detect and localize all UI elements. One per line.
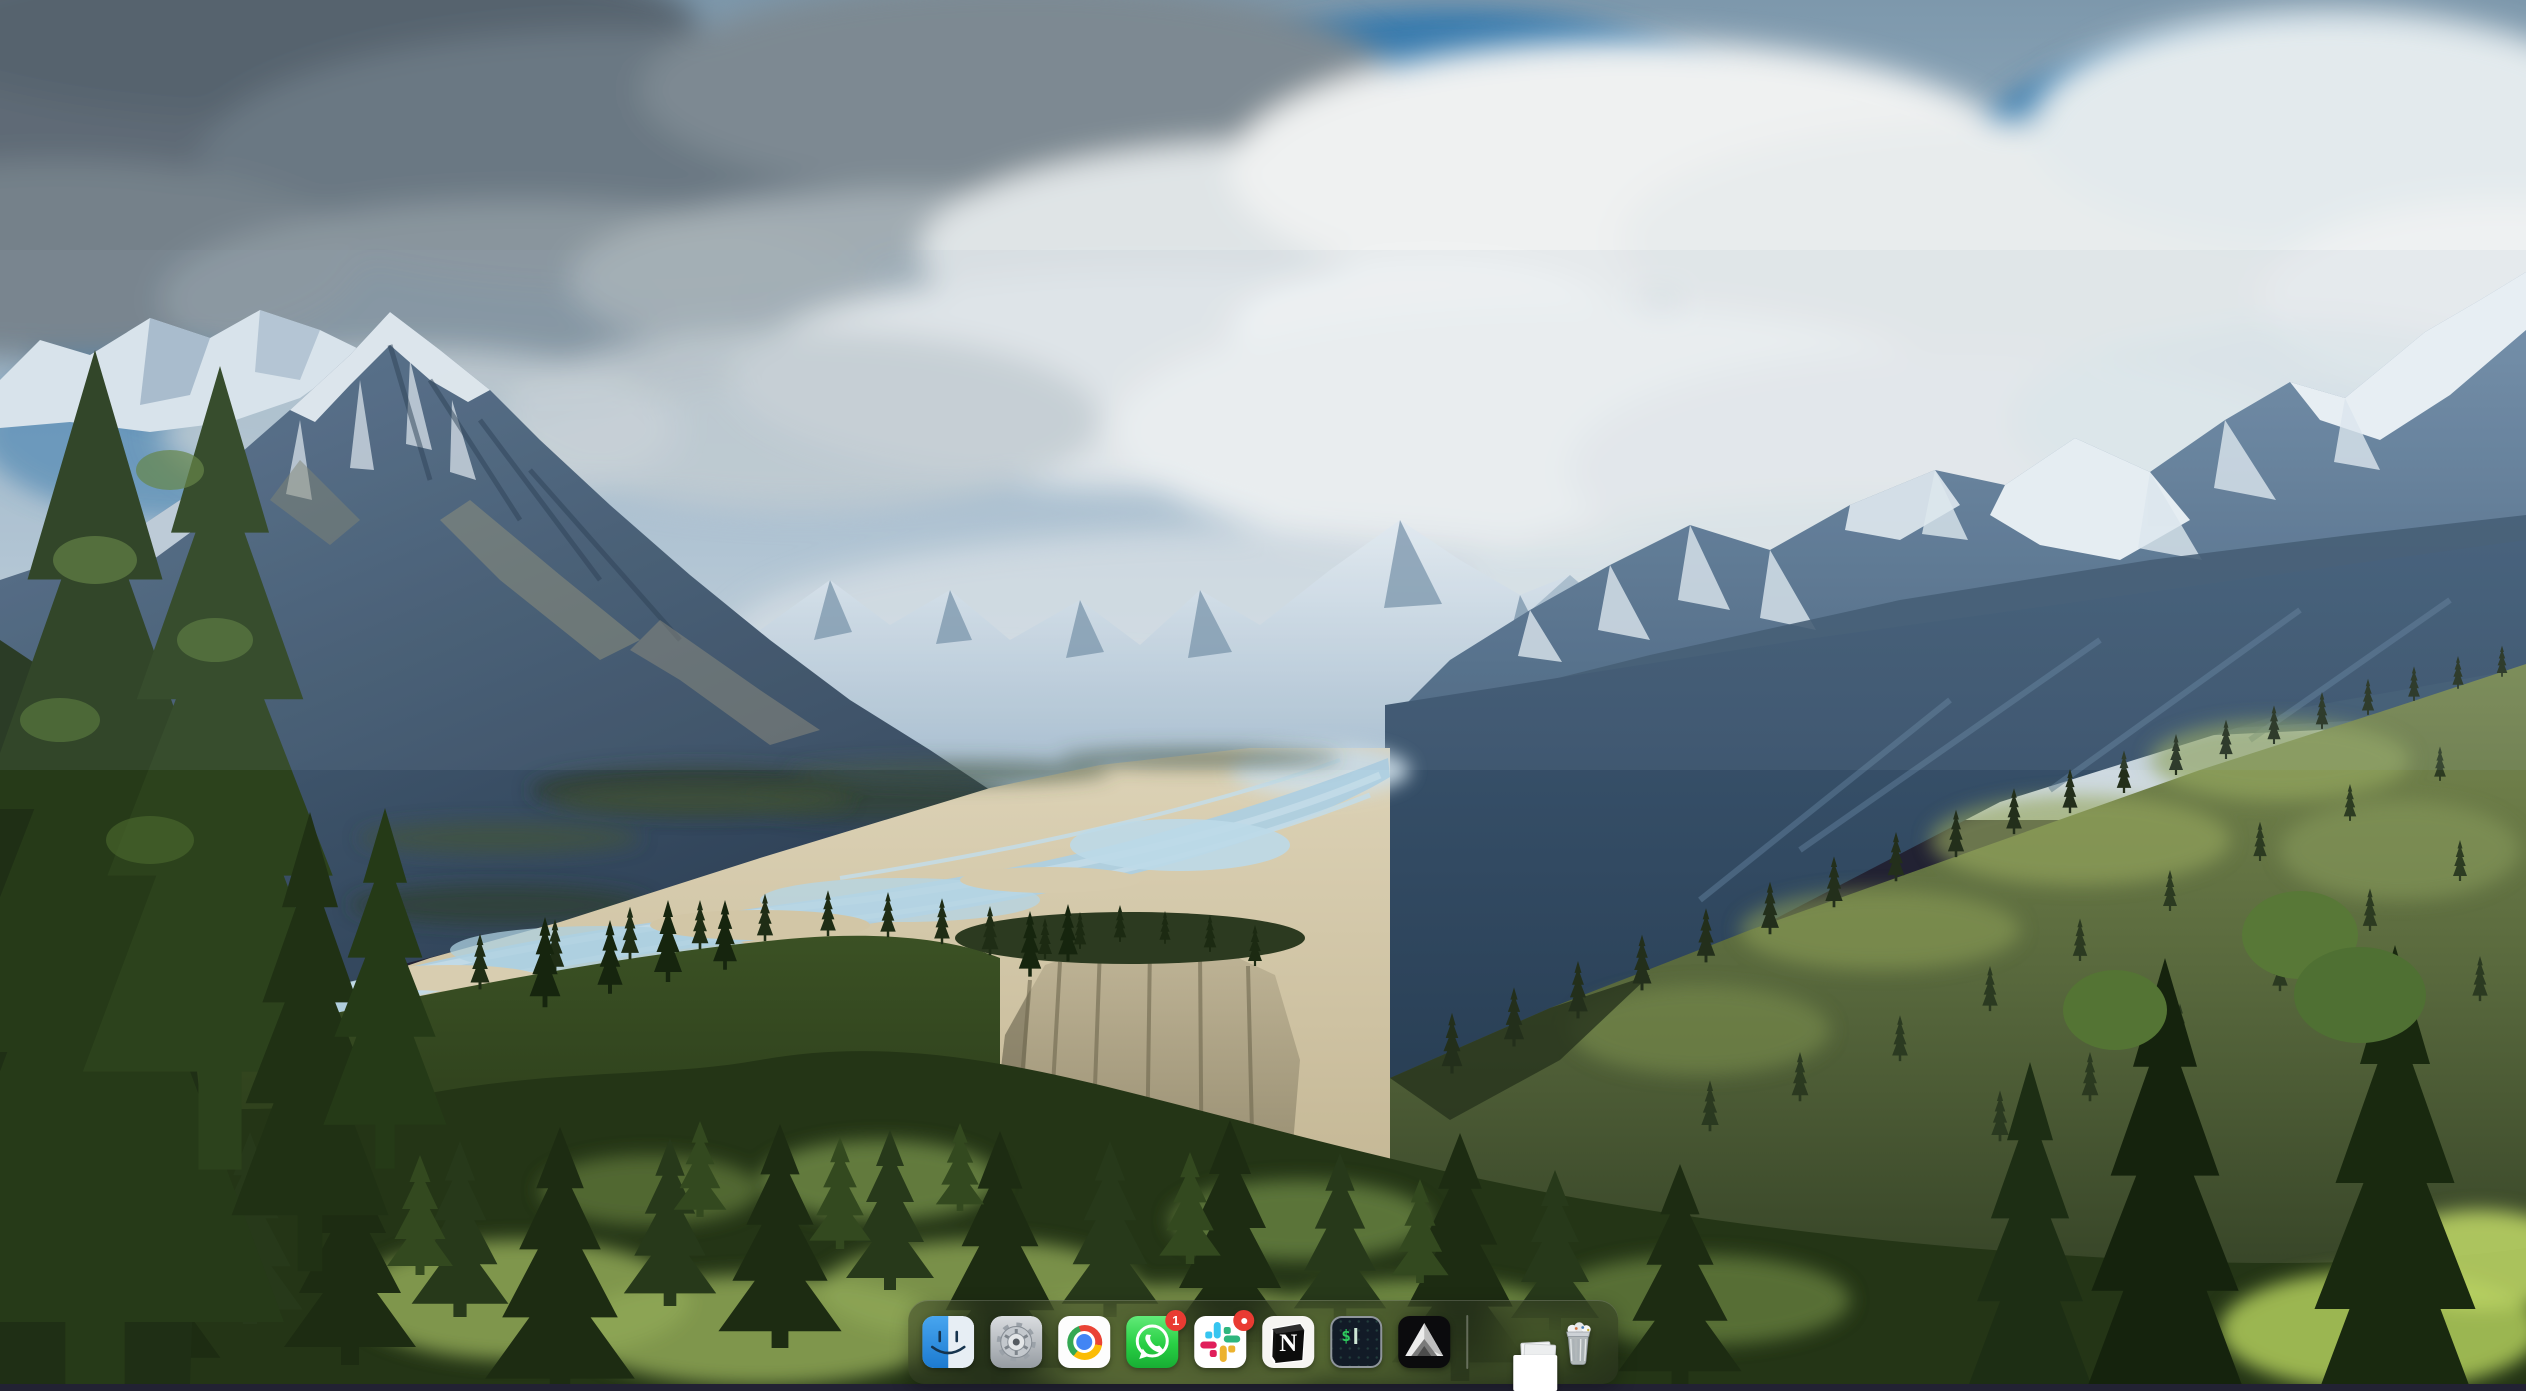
whatsapp-badge: 1 bbox=[1165, 1310, 1186, 1331]
terminal-prompt-glyph: $ bbox=[1341, 1326, 1351, 1345]
desktop-wallpaper bbox=[0, 0, 2526, 1384]
chrome-icon bbox=[1058, 1316, 1110, 1368]
dock: 1 N $ bbox=[908, 1300, 1618, 1384]
dock-item-slack[interactable] bbox=[1194, 1316, 1246, 1368]
dock-item-chrome[interactable] bbox=[1058, 1316, 1110, 1368]
notion-letter: N bbox=[1279, 1330, 1297, 1358]
terminal-cursor bbox=[1354, 1328, 1358, 1344]
slack-badge bbox=[1233, 1310, 1254, 1331]
dock-item-system-settings[interactable] bbox=[990, 1316, 1042, 1368]
notion-cube-icon: N bbox=[1262, 1316, 1314, 1368]
terminal-icon: $ bbox=[1330, 1316, 1382, 1368]
trash-full-icon bbox=[1552, 1316, 1604, 1368]
dock-divider bbox=[1466, 1315, 1468, 1369]
macos-desktop: { "desktop": { "wallpaper": "Snow-capped… bbox=[0, 0, 2526, 1384]
gear-icon bbox=[990, 1316, 1042, 1368]
finder-icon bbox=[922, 1316, 974, 1368]
photo-thumbnail-icon bbox=[1513, 1355, 1557, 1391]
dock-item-whatsapp[interactable]: 1 bbox=[1126, 1316, 1178, 1368]
atmospheric-haze bbox=[0, 250, 2526, 770]
prism-icon bbox=[1398, 1316, 1450, 1368]
dock-item-trash[interactable] bbox=[1552, 1316, 1604, 1368]
wallpaper-art bbox=[0, 0, 2526, 1384]
slack-badge-dot bbox=[1241, 1318, 1247, 1324]
dock-item-prism-app[interactable] bbox=[1398, 1316, 1450, 1368]
dock-item-terminal[interactable]: $ bbox=[1330, 1316, 1382, 1368]
dock-item-notion[interactable]: N bbox=[1262, 1316, 1314, 1368]
dock-item-finder[interactable] bbox=[922, 1316, 974, 1368]
dock-item-screenshots-stack[interactable] bbox=[1484, 1316, 1536, 1368]
